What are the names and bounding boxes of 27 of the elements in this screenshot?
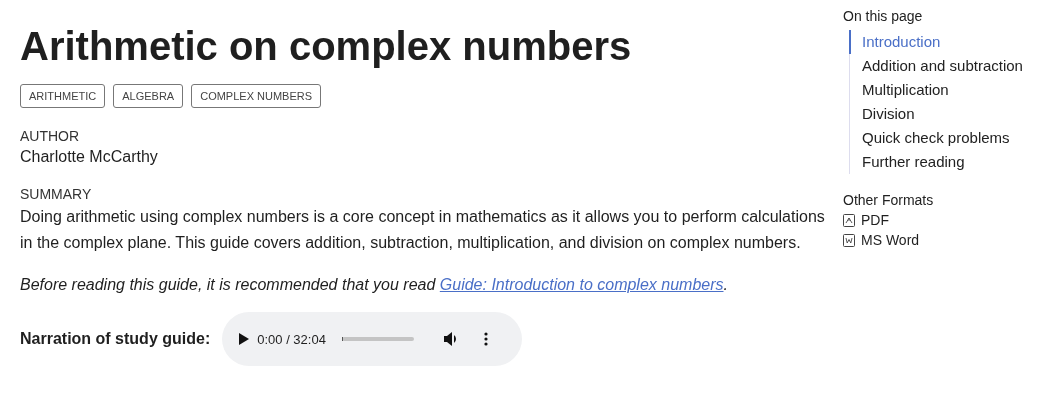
toc-link[interactable]: Multiplication	[849, 78, 1023, 102]
pdf-file-icon	[843, 213, 855, 227]
toc-link[interactable]: Further reading	[849, 150, 1023, 174]
play-icon[interactable]	[238, 333, 250, 345]
word-file-icon	[843, 233, 855, 247]
summary-label: SUMMARY	[20, 186, 93, 202]
toc-title: On this page	[843, 8, 924, 24]
summary-text: Doing arithmetic using complex numbers is a core concept in mathematics as it allows you to perform calculations in the complex plane. This guide covers addition, subtraction, multiplication, and division on complex numbers.	[20, 207, 825, 253]
author-name: Charlotte McCarthy	[20, 148, 159, 166]
toc-link[interactable]: Division	[849, 102, 1023, 126]
audio-player[interactable]: 0:00 / 32:04	[222, 312, 523, 366]
format-link[interactable]: MS Word	[861, 232, 920, 248]
author-label: AUTHOR	[20, 128, 81, 144]
narration-label: Narration of study guide:	[20, 330, 211, 348]
format-link[interactable]: PDF	[861, 212, 889, 228]
formats-title: Other Formats	[843, 192, 935, 208]
tag[interactable]: COMPLEX NUMBERS	[191, 84, 322, 108]
page-title: Arithmetic on complex numbers	[20, 23, 633, 70]
playback-time: 0:00 / 32:04	[257, 331, 326, 347]
tag[interactable]: ALGEBRA	[113, 84, 184, 108]
reading-note: Before reading this guide, it is recommended that you read Guide: Introduction to complex numbers.	[20, 276, 729, 294]
tag[interactable]: ARITHMETIC	[20, 84, 106, 108]
toc-link[interactable]: Introduction	[849, 30, 1023, 54]
guide-link[interactable]: Guide: Introduction to complex numbers	[439, 276, 724, 293]
toc-link[interactable]: Quick check problems	[849, 126, 1023, 150]
more-icon[interactable]	[483, 332, 488, 346]
toc-link[interactable]: Addition and subtraction	[849, 54, 1023, 78]
